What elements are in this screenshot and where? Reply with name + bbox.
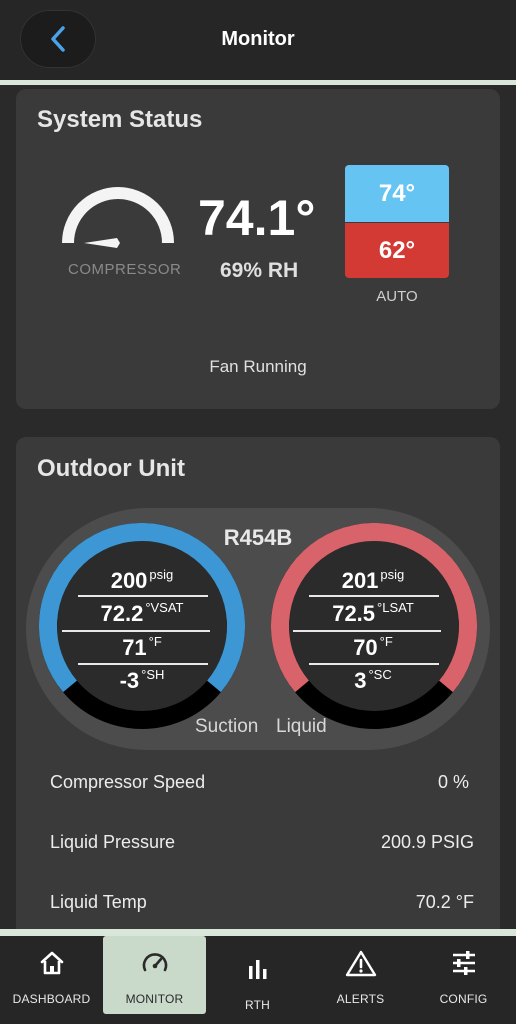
- system-status-card: System Status COMPRESSOR 74.1° 69% RH 74…: [16, 89, 500, 409]
- page-title: Monitor: [221, 28, 295, 50]
- compressor-gauge-icon: [62, 187, 174, 248]
- sliders-icon: [452, 951, 475, 975]
- liquid-divider: [309, 595, 439, 597]
- nav-label: DASHBOARD: [12, 992, 91, 1006]
- cool-setpoint[interactable]: 74°: [345, 165, 449, 222]
- humidity-readout: 69% RH: [220, 259, 299, 282]
- stat-row-liquid-pressure: Liquid Pressure 200.9 PSIG: [50, 832, 474, 853]
- nav-divider: [0, 929, 516, 936]
- nav-rth[interactable]: RTH: [206, 936, 309, 1014]
- compressor-label: COMPRESSOR: [68, 261, 182, 278]
- suction-divider: [78, 595, 208, 597]
- liquid-pressure: 201 psig: [341, 567, 405, 593]
- suction-divider: [62, 630, 210, 632]
- liquid-saturation-temp: 72.5 °LSAT: [332, 600, 414, 626]
- liquid-divider: [293, 630, 441, 632]
- suction-pressure: 200 psig: [110, 567, 174, 593]
- stat-label: Compressor Speed: [50, 772, 206, 792]
- suction-saturation-temp: 72.2 °VSAT: [100, 600, 184, 626]
- stat-row-liquid-temp: Liquid Temp 70.2 °F: [50, 892, 474, 913]
- stat-value: 200.9 PSIG: [380, 832, 474, 852]
- stat-label: Liquid Temp: [50, 892, 147, 912]
- nav-label: ALERTS: [336, 992, 385, 1006]
- nav-config[interactable]: CONFIG: [412, 936, 515, 1014]
- stat-row-compressor-speed: Compressor Speed 0 %: [50, 772, 474, 793]
- outdoor-unit-card: Outdoor Unit R454B 200 psig 72.2 °VSAT 71 °…: [16, 437, 500, 937]
- nav-label: RTH: [244, 998, 271, 1012]
- indoor-temperature: 74.1°: [198, 190, 316, 246]
- warning-icon: [345, 950, 376, 977]
- subcool-readout: 3 °SC: [354, 667, 392, 693]
- superheat-readout: -3 °SH: [119, 667, 165, 693]
- stat-label: Liquid Pressure: [50, 832, 176, 852]
- stat-value: 0 %: [437, 772, 469, 792]
- liquid-label: Liquid: [276, 716, 327, 737]
- system-mode: AUTO: [376, 288, 418, 305]
- home-icon: [40, 951, 63, 975]
- header-divider: [0, 80, 516, 85]
- fan-status: Fan Running: [209, 357, 307, 376]
- suction-label: Suction: [195, 716, 259, 737]
- liquid-line-temp: 70 °F: [353, 634, 393, 660]
- system-status-title: System Status: [37, 106, 203, 133]
- suction-line-temp: 71 °F: [122, 634, 162, 660]
- nav-dashboard[interactable]: DASHBOARD: [0, 936, 103, 1014]
- gauge-icon: [142, 953, 167, 972]
- suction-divider: [78, 663, 208, 665]
- top-bar: Monitor: [0, 0, 516, 80]
- bar-chart-icon: [248, 960, 266, 979]
- stat-value: 70.2 °F: [415, 892, 474, 912]
- nav-label: MONITOR: [125, 992, 184, 1006]
- nav-monitor[interactable]: MONITOR: [103, 936, 206, 1014]
- heat-setpoint[interactable]: 62°: [345, 223, 449, 278]
- nav-alerts[interactable]: ALERTS: [309, 936, 412, 1014]
- nav-label: CONFIG: [439, 992, 488, 1006]
- bottom-nav: DASHBOARD MONITOR RTH ALERTS CONFIG: [0, 936, 516, 1024]
- outdoor-unit-title: Outdoor Unit: [37, 455, 185, 482]
- liquid-divider: [309, 663, 439, 665]
